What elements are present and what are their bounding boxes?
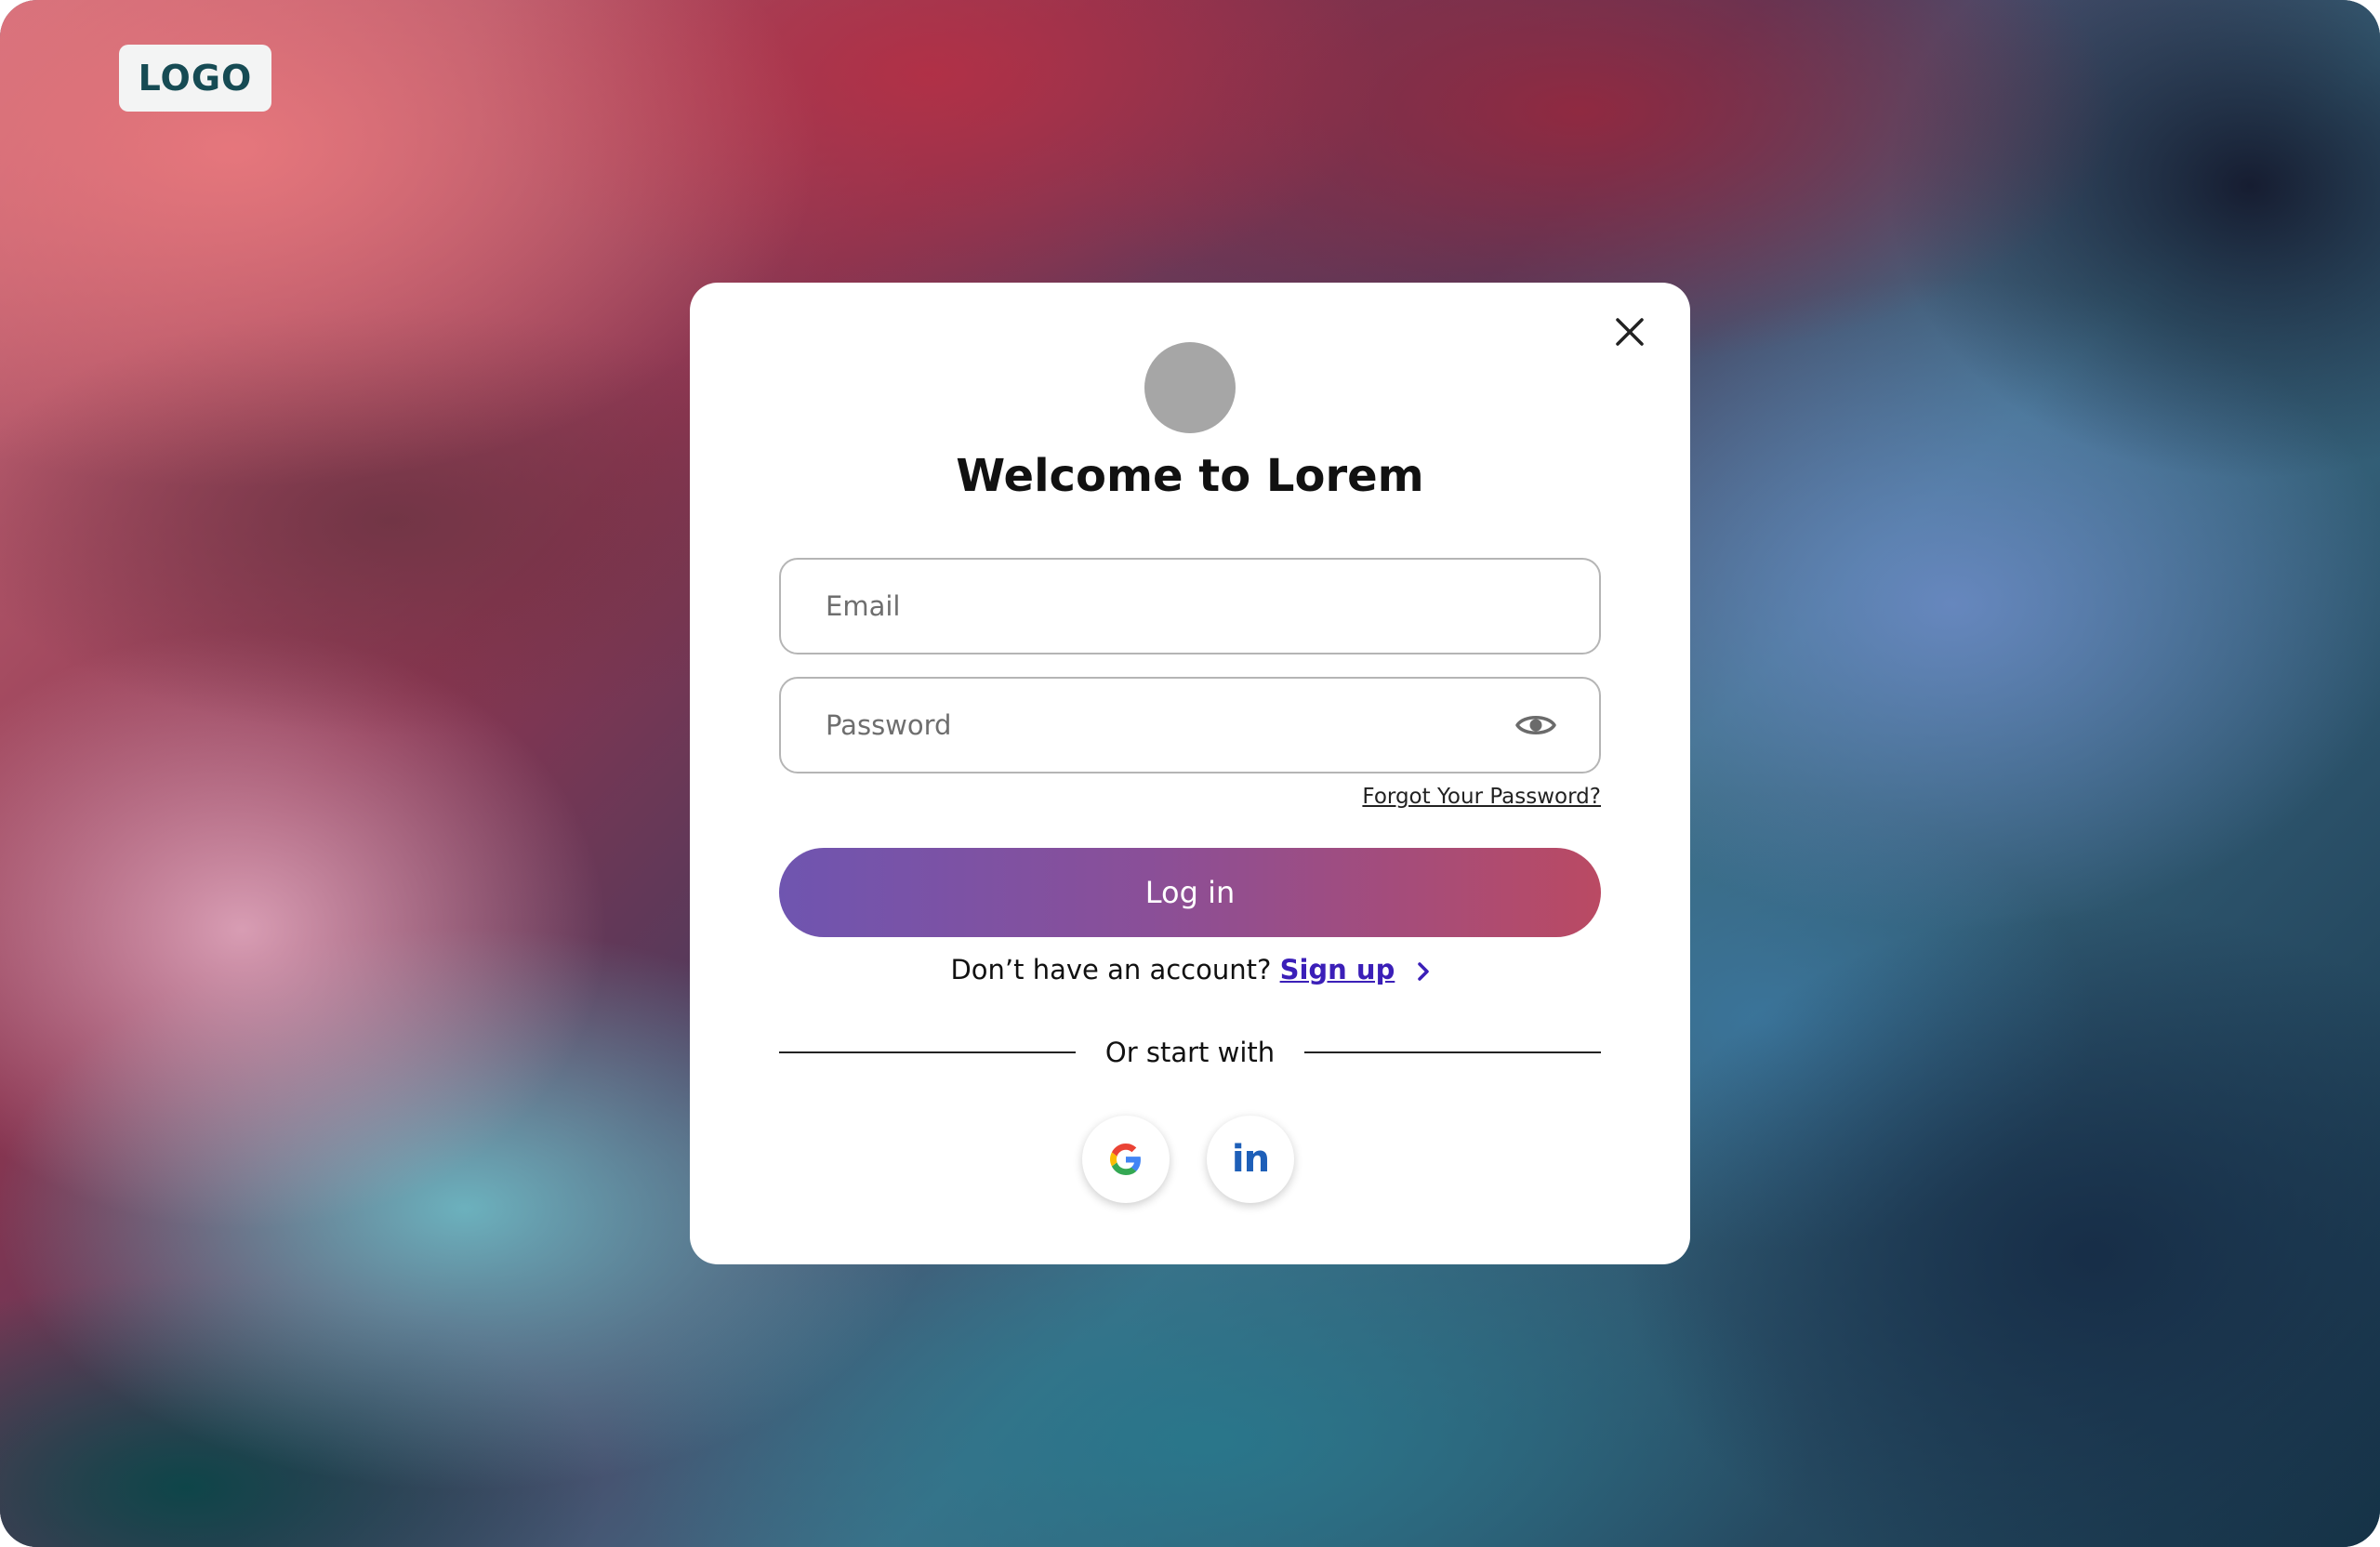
page-title: Welcome to Lorem (956, 450, 1424, 502)
chevron-right-icon[interactable] (1417, 961, 1430, 982)
signup-link[interactable]: Sign up (1280, 954, 1395, 985)
eye-icon[interactable] (1515, 711, 1556, 739)
divider-label: Or start with (1104, 1037, 1276, 1068)
password-field[interactable] (779, 677, 1601, 774)
email-field[interactable] (779, 558, 1601, 654)
login-button[interactable]: Log in (779, 848, 1601, 937)
email-input[interactable] (824, 589, 1556, 623)
google-icon (1110, 1144, 1141, 1175)
linkedin-icon: in (1231, 1138, 1270, 1181)
login-modal: Welcome to Lorem Forgot Your Password? L… (690, 283, 1690, 1264)
divider-line-left (779, 1051, 1076, 1053)
logo[interactable]: LOGO (119, 45, 271, 112)
social-divider: Or start with (779, 1034, 1602, 1071)
avatar (1144, 342, 1236, 433)
google-login-button[interactable] (1082, 1116, 1170, 1203)
close-icon[interactable] (1612, 314, 1647, 350)
signup-row: Don’t have an account? Sign up (690, 954, 1690, 985)
page: LOGO Welcome to Lorem Forgot Your Passwo… (0, 0, 2380, 1547)
linkedin-login-button[interactable]: in (1207, 1116, 1294, 1203)
divider-line-right (1304, 1051, 1602, 1053)
password-input[interactable] (824, 708, 1515, 742)
forgot-password-link[interactable]: Forgot Your Password? (1362, 785, 1601, 809)
signup-prompt: Don’t have an account? (950, 954, 1272, 985)
